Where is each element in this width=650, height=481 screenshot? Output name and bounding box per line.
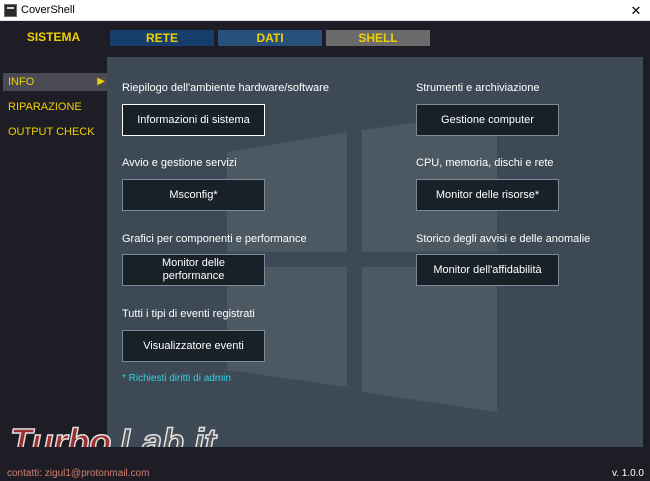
sidebar-item-label: INFO [8, 76, 35, 88]
monitor-affidabilita-button[interactable]: Monitor dell'affidabilità [416, 254, 559, 286]
sidebar-item-output-check[interactable]: OUTPUT CHECK [3, 123, 107, 141]
sidebar-item-riparazione[interactable]: RIPARAZIONE [3, 98, 107, 116]
informazioni-sistema-button[interactable]: Informazioni di sistema [122, 104, 265, 136]
sidebar-item-info[interactable]: INFO ▶ [3, 73, 107, 91]
msconfig-button[interactable]: Msconfig* [122, 179, 265, 211]
sidebar: INFO ▶ RIPARAZIONE OUTPUT CHECK [0, 47, 107, 467]
title-bar: CoverShell ✕ [0, 0, 650, 21]
gestione-computer-button[interactable]: Gestione computer [416, 104, 559, 136]
window-title: CoverShell [21, 4, 75, 16]
section-heading-strumenti: Strumenti e archiviazione [416, 82, 540, 94]
chevron-right-icon: ▶ [97, 76, 105, 87]
tab-sistema[interactable]: SISTEMA [0, 27, 107, 47]
section-heading-cpu: CPU, memoria, dischi e rete [416, 157, 554, 169]
section-heading-grafici: Grafici per componenti e performance [122, 233, 307, 245]
app-icon [4, 4, 17, 17]
tab-dati[interactable]: DATI [218, 30, 322, 46]
app-body: SISTEMA RETE DATI SHELL INFO ▶ RIPARAZIO… [0, 21, 650, 481]
section-heading-eventi: Tutti i tipi di eventi registrati [122, 308, 255, 320]
contact-email: contatti: zigul1@protonmail.com [7, 468, 150, 479]
section-heading-riepilogo: Riepilogo dell'ambiente hardware/softwar… [122, 82, 329, 94]
tab-rete[interactable]: RETE [110, 30, 214, 46]
monitor-performance-button[interactable]: Monitor delle performance [122, 254, 265, 286]
version-label: v. 1.0.0 [611, 468, 644, 479]
close-button[interactable]: ✕ [622, 0, 650, 21]
footer: contatti: zigul1@protonmail.com v. 1.0.0 [0, 447, 650, 481]
visualizzatore-eventi-button[interactable]: Visualizzatore eventi [122, 330, 265, 362]
tab-shell[interactable]: SHELL [326, 30, 430, 46]
tab-bar: SISTEMA RETE DATI SHELL [0, 21, 650, 47]
content-panel: Riepilogo dell'ambiente hardware/softwar… [107, 57, 643, 468]
section-heading-avvio: Avvio e gestione servizi [122, 157, 237, 169]
admin-note: * Richiesti diritti di admin [122, 373, 231, 384]
monitor-risorse-button[interactable]: Monitor delle risorse* [416, 179, 559, 211]
section-heading-storico: Storico degli avvisi e delle anomalie [416, 233, 591, 245]
